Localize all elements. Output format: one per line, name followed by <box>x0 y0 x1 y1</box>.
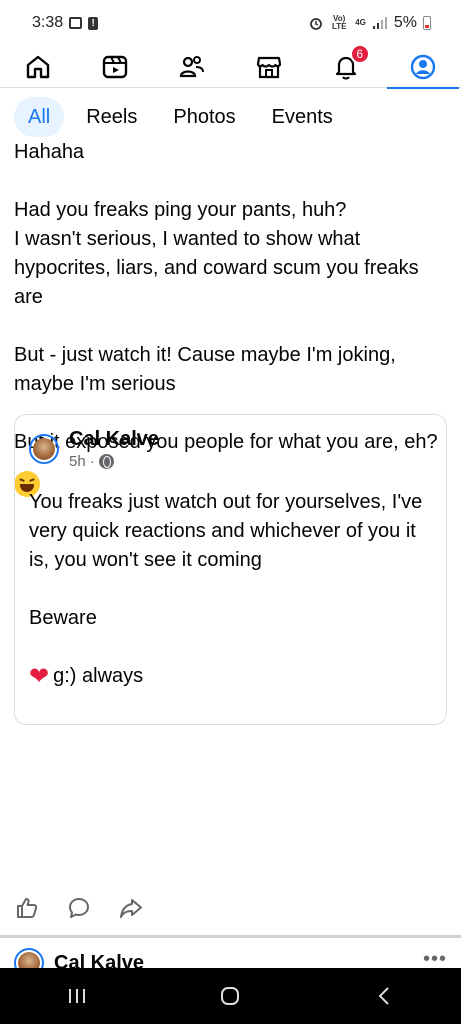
like-icon <box>17 898 38 918</box>
shared-post-card[interactable]: Cal Kalve 5h · You freaks just watch out… <box>14 414 447 725</box>
post-line: Had you freaks ping your pants, huh? <box>14 199 347 221</box>
post-line: Hahaha <box>14 141 85 163</box>
share-button[interactable] <box>118 895 144 921</box>
chip-events[interactable]: Events <box>258 97 347 137</box>
post-text: Hahaha Had you freaks ping your pants, h… <box>0 138 461 457</box>
friends-icon <box>179 55 205 77</box>
home-button[interactable] <box>210 976 250 1016</box>
volte-label: Vo) LTE <box>331 14 347 31</box>
shared-post-header: Cal Kalve 5h · <box>15 415 446 470</box>
back-button[interactable] <box>364 976 404 1016</box>
battery-icon <box>423 16 431 30</box>
filter-chips: All Reels Photos Events <box>0 94 461 140</box>
shared-post-meta: 5h · <box>69 453 159 470</box>
signal-icon <box>372 17 387 29</box>
comment-icon <box>69 898 89 918</box>
reels-icon <box>103 55 128 78</box>
post-line: I wasn't serious, I wanted to show what … <box>14 228 419 308</box>
feed-divider <box>0 935 461 938</box>
chip-reels[interactable]: Reels <box>72 97 151 137</box>
alert-notification-icon: ! <box>88 16 99 30</box>
status-bar: 3:38 ! Vo) LTE 4G 5% <box>0 0 461 46</box>
battery-percent: 5% <box>393 14 417 31</box>
heart-icon: ❤ <box>29 662 50 690</box>
back-chevron-icon <box>378 987 389 1005</box>
chip-all[interactable]: All <box>14 97 65 137</box>
profile-icon <box>410 54 435 79</box>
recent-apps-button[interactable] <box>57 976 97 1016</box>
post-actions <box>14 895 144 921</box>
alarm-icon <box>310 18 323 30</box>
post-line: But - just watch it! Cause maybe I'm jok… <box>14 344 396 395</box>
nav-notifications[interactable]: 6 <box>316 43 376 88</box>
home-icon <box>27 55 50 78</box>
share-icon <box>120 899 142 918</box>
nav-friends[interactable] <box>162 46 222 88</box>
shared-post-line: Beware <box>29 607 97 629</box>
shared-post-line: g:) always <box>53 665 144 687</box>
gallery-notification-icon <box>69 17 83 29</box>
top-nav: 6 <box>0 43 461 89</box>
globe-icon <box>98 454 114 469</box>
chip-photos[interactable]: Photos <box>159 97 249 137</box>
meta-separator: · <box>89 453 95 470</box>
comment-button[interactable] <box>66 895 92 921</box>
like-button[interactable] <box>14 895 40 921</box>
system-nav-bar <box>0 968 461 1024</box>
shared-post-time[interactable]: 5h <box>69 453 86 470</box>
status-time: 3:38 <box>32 14 64 31</box>
nav-marketplace[interactable] <box>239 46 299 88</box>
nav-profile[interactable] <box>386 46 459 89</box>
marketplace-icon <box>256 56 281 78</box>
nav-reels[interactable] <box>85 46 145 88</box>
network-type: 4G <box>355 18 366 27</box>
recent-apps-icon <box>68 989 85 1003</box>
home-circle-icon <box>221 987 240 1005</box>
shared-post-author[interactable]: Cal Kalve <box>69 427 159 451</box>
shared-post-text: You freaks just watch out for yourselves… <box>15 470 446 691</box>
shared-post-line: You freaks just watch out for yourselves… <box>29 491 423 571</box>
avatar[interactable] <box>29 433 59 464</box>
nav-home[interactable] <box>8 46 68 88</box>
notification-badge: 6 <box>349 43 370 64</box>
